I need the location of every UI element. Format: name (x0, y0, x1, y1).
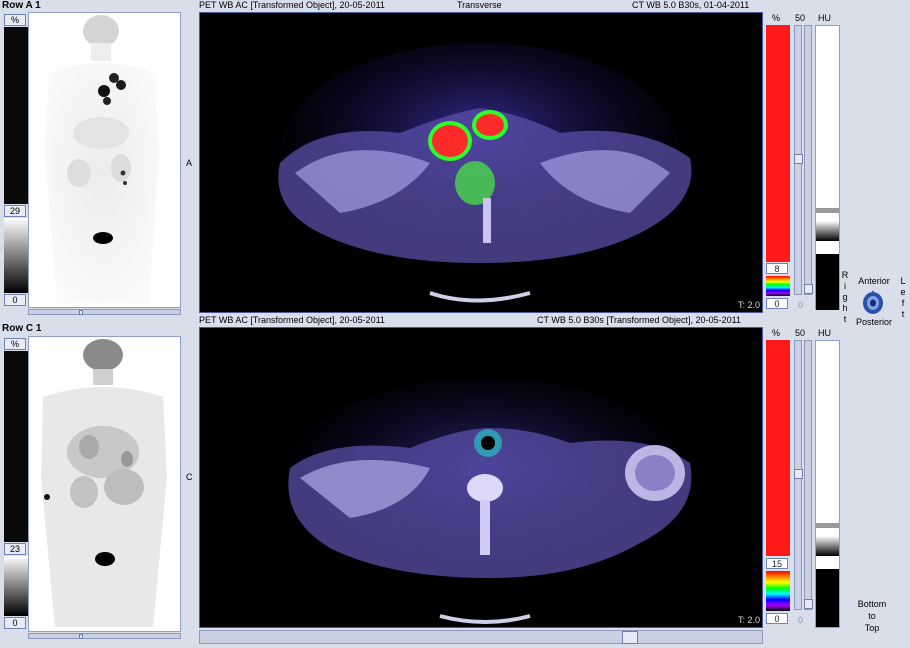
right-letter-1: R (841, 270, 849, 280)
row-a-pet-header: PET WB AC [Transformed Object], 20-05-20… (199, 0, 385, 10)
row-a-pet-colorbar (766, 25, 790, 262)
row-c-fusion-image[interactable]: T: 2.0 (199, 327, 763, 628)
row-a-ct-header: CT WB 5.0 B30s, 01-04-2011 (632, 0, 750, 10)
row-a-thickness-label: T: 2.0 (737, 300, 760, 310)
row-c-pet-lower-value[interactable]: 0 (766, 613, 788, 624)
row-c-ct-top-value: 50 (795, 328, 806, 338)
row-c-mip-image[interactable] (28, 336, 181, 632)
row-a-fusion-svg (278, 43, 692, 303)
row-a-mip-image[interactable] (28, 12, 181, 308)
left-letter-1: L (900, 276, 906, 286)
row-a-mip-pct-label: % (4, 14, 26, 26)
row-a-pet-pct-label: % (772, 13, 781, 23)
row-a-label: Row A 1 (2, 0, 41, 11)
orientation-bottom-to-top: Bottom to Top (850, 598, 894, 634)
orientation-bottom-word: Bottom (857, 599, 887, 609)
left-letter-2: e (900, 287, 906, 297)
row-a-mip-scrollbar[interactable] (28, 309, 181, 315)
row-c-mip-body-svg (41, 339, 167, 627)
row-c-side-marker: C (186, 472, 193, 482)
row-a-mip-gray-ramp (4, 218, 28, 293)
row-a-fusion-image[interactable]: T: 2.0 (199, 12, 763, 313)
row-c-pet-upper-value[interactable]: 15 (766, 558, 788, 569)
row-c-ct-slider-thumb-2[interactable] (804, 599, 813, 609)
row-c-mip-scrollbar[interactable] (28, 633, 181, 639)
row-c-ct-header: CT WB 5.0 B30s [Transformed Object], 20-… (537, 315, 741, 325)
orientation-top-word: Top (864, 623, 880, 633)
row-c-ct-slider-thumb[interactable] (794, 469, 803, 479)
row-a-mip-mid-value[interactable]: 29 (4, 205, 26, 217)
right-letter-5: t (843, 314, 847, 324)
row-a-side-marker: A (186, 158, 193, 168)
orientation-posterior-label: Posterior (855, 317, 892, 327)
right-letter-2: i (844, 281, 846, 291)
row-c-mip-mid-value[interactable]: 23 (4, 543, 26, 555)
row-c-mip-pct-label: % (4, 338, 26, 350)
row-c-thickness-label: T: 2.0 (737, 615, 760, 625)
row-c-hu-label: HU (818, 328, 831, 338)
row-a-hu-bar (815, 25, 840, 310)
row-a-ct-bottom-value: 0 (798, 300, 804, 310)
row-c-mip-gray-ramp (4, 556, 28, 616)
row-c-mip-scroll-thumb[interactable] (79, 634, 83, 639)
row-a-ct-top-value: 50 (795, 13, 806, 23)
row-a-pet-upper-value[interactable]: 8 (766, 263, 788, 274)
row-a-mip-bottom-value[interactable]: 0 (4, 294, 26, 306)
row-c-ct-bottom-value: 0 (798, 615, 804, 625)
row-a-mip-black-bar (4, 27, 28, 204)
row-c-slice-scrollbar[interactable] (199, 630, 763, 644)
row-c-pet-header: PET WB AC [Transformed Object], 20-05-20… (199, 315, 385, 325)
row-c-fusion-svg (285, 378, 692, 624)
row-a-mip-body-svg (45, 15, 159, 303)
orientation-head-svg (863, 290, 883, 314)
orientation-anterior-label: Anterior (858, 276, 890, 286)
row-a-ct-slider-thumb[interactable] (794, 154, 803, 164)
row-a-ct-slider-thumb-2[interactable] (804, 284, 813, 294)
right-letter-4: h (842, 303, 848, 313)
row-a-mip-scroll-thumb[interactable] (79, 310, 83, 315)
orientation-to-word: to (868, 611, 876, 621)
left-letter-3: f (901, 298, 905, 308)
left-letter-4: t (901, 309, 905, 319)
row-c-mip-black-bar (4, 351, 28, 542)
orientation-left-label: L e f t (899, 276, 907, 320)
row-c-pet-pct-label: % (772, 328, 781, 338)
row-c-ct-slider-track-2[interactable] (804, 340, 813, 610)
row-a-pet-rainbow (766, 276, 790, 296)
row-c-slice-scroll-thumb[interactable] (622, 631, 638, 644)
orientation-head-icon[interactable] (861, 290, 885, 316)
row-c-ct-slider-track[interactable] (794, 340, 803, 610)
orientation-right-label: R i g h t (841, 270, 849, 325)
row-c-pet-colorbar (766, 340, 790, 556)
row-a-hu-label: HU (818, 13, 831, 23)
row-c-label: Row C 1 (2, 323, 42, 334)
row-c-pet-rainbow (766, 571, 790, 611)
row-c-mip-bottom-value[interactable]: 0 (4, 617, 26, 629)
row-a-view-label: Transverse (457, 0, 502, 10)
row-c-hu-bar (815, 340, 840, 628)
right-letter-3: g (842, 292, 848, 302)
row-a-ct-slider-track[interactable] (794, 25, 803, 295)
row-a-pet-lower-value[interactable]: 0 (766, 298, 788, 309)
row-a-ct-slider-track-2[interactable] (804, 25, 813, 295)
